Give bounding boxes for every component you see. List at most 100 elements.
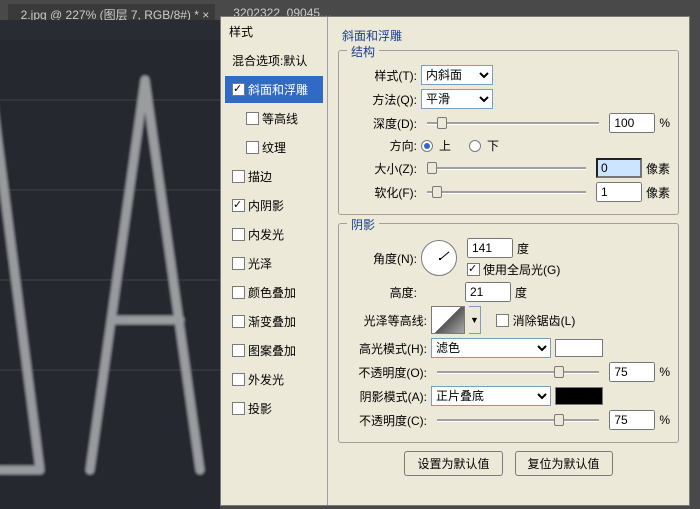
panel-heading: 斜面和浮雕: [342, 27, 679, 44]
group-legend: 阴影: [347, 216, 379, 233]
highlight-color[interactable]: [555, 339, 603, 357]
style-label: 样式(T):: [347, 67, 417, 84]
angle-label: 角度(N):: [347, 250, 417, 267]
highlight-mode-label: 高光模式(H):: [347, 340, 427, 357]
drop-shadow[interactable]: 投影: [225, 395, 323, 422]
shadow-color[interactable]: [555, 387, 603, 405]
unit: %: [659, 413, 670, 427]
highlight-mode-select[interactable]: 滤色: [431, 338, 551, 358]
label: 内阴影: [248, 197, 284, 214]
label: 内发光: [248, 226, 284, 243]
technique-label: 方法(Q):: [347, 91, 417, 108]
angle-dial[interactable]: [421, 240, 457, 276]
inner-glow[interactable]: 内发光: [225, 221, 323, 248]
outer-glow[interactable]: 外发光: [225, 366, 323, 393]
checkbox-icon[interactable]: [232, 315, 245, 328]
layer-style-dialog: 样式 混合选项:默认 斜面和浮雕 等高线 纹理 描边 内阴影 内发光 光泽 颜色…: [220, 16, 690, 506]
gloss-dropdown[interactable]: ▼: [469, 306, 481, 334]
dir-down-radio[interactable]: [469, 140, 481, 152]
up-label: 上: [439, 137, 451, 154]
checkbox-icon[interactable]: [232, 83, 245, 96]
label: 斜面和浮雕: [248, 81, 308, 98]
inner-shadow[interactable]: 内阴影: [225, 192, 323, 219]
down-label: 下: [487, 137, 499, 154]
highlight-opacity-label: 不透明度(O):: [347, 364, 427, 381]
reset-default-button[interactable]: 复位为默认值: [515, 451, 613, 476]
label: 纹理: [262, 139, 286, 156]
gradient-overlay[interactable]: 渐变叠加: [225, 308, 323, 335]
antialias-checkbox[interactable]: [496, 314, 509, 327]
checkbox-icon[interactable]: [232, 170, 245, 183]
global-light-label: 使用全局光(G): [483, 261, 560, 278]
soften-label: 软化(F):: [347, 184, 417, 201]
texture[interactable]: 纹理: [239, 134, 323, 161]
stroke[interactable]: 描边: [225, 163, 323, 190]
size-label: 大小(Z):: [347, 160, 417, 177]
sidebar-title: 样式: [221, 17, 327, 46]
label: 光泽: [248, 255, 272, 272]
antialias-label: 消除锯齿(L): [513, 312, 576, 329]
label: 图案叠加: [248, 342, 296, 359]
checkbox-icon[interactable]: [232, 402, 245, 415]
highlight-opacity-slider[interactable]: [437, 363, 599, 381]
chevron-down-icon: ▼: [470, 315, 479, 325]
shading-group: 阴影 角度(N): 度 使用全局光(G) 高度:度 光泽等高线:▼ 消除锯齿(L…: [338, 223, 679, 443]
shadow-opacity-input[interactable]: [609, 410, 655, 430]
gloss-label: 光泽等高线:: [347, 312, 427, 329]
depth-label: 深度(D):: [347, 115, 417, 132]
checkbox-icon[interactable]: [232, 286, 245, 299]
checkbox-icon[interactable]: [246, 112, 259, 125]
unit: 像素: [646, 160, 670, 177]
make-default-button[interactable]: 设置为默认值: [404, 451, 502, 476]
checkbox-icon[interactable]: [232, 344, 245, 357]
label: 等高线: [262, 110, 298, 127]
shadow-opacity-label: 不透明度(C):: [347, 412, 427, 429]
altitude-label: 高度:: [347, 284, 417, 301]
structure-group: 结构 样式(T):内斜面 方法(Q):平滑 深度(D):% 方向:上 下 大小(…: [338, 50, 679, 215]
style-select[interactable]: 内斜面: [421, 65, 493, 85]
angle-input[interactable]: [467, 238, 513, 258]
unit: 度: [517, 240, 529, 257]
depth-input[interactable]: [609, 113, 655, 133]
checkbox-icon[interactable]: [246, 141, 259, 154]
satin[interactable]: 光泽: [225, 250, 323, 277]
highlight-opacity-input[interactable]: [609, 362, 655, 382]
color-overlay[interactable]: 颜色叠加: [225, 279, 323, 306]
soften-input[interactable]: [596, 182, 642, 202]
blend-options[interactable]: 混合选项:默认: [225, 47, 323, 74]
canvas: [0, 20, 220, 509]
size-input[interactable]: [596, 158, 642, 178]
unit: %: [659, 365, 670, 379]
label: 渐变叠加: [248, 313, 296, 330]
gloss-contour[interactable]: [431, 306, 465, 334]
size-slider[interactable]: [427, 159, 586, 177]
button-row: 设置为默认值 复位为默认值: [338, 451, 679, 476]
dir-up-radio[interactable]: [421, 140, 433, 152]
label: 颜色叠加: [248, 284, 296, 301]
shadow-mode-select[interactable]: 正片叠底: [431, 386, 551, 406]
unit: 度: [515, 284, 527, 301]
label: 描边: [248, 168, 272, 185]
checkbox-icon[interactable]: [232, 199, 245, 212]
group-legend: 结构: [347, 43, 379, 60]
global-light-checkbox[interactable]: [467, 263, 480, 276]
pattern-overlay[interactable]: 图案叠加: [225, 337, 323, 364]
bevel-emboss[interactable]: 斜面和浮雕: [225, 76, 323, 103]
contour[interactable]: 等高线: [239, 105, 323, 132]
shadow-mode-label: 阴影模式(A):: [347, 388, 427, 405]
shadow-opacity-slider[interactable]: [437, 411, 599, 429]
checkbox-icon[interactable]: [232, 257, 245, 270]
unit: %: [659, 116, 670, 130]
label: 投影: [248, 400, 272, 417]
checkbox-icon[interactable]: [232, 373, 245, 386]
soften-slider[interactable]: [427, 183, 586, 201]
technique-select[interactable]: 平滑: [421, 89, 493, 109]
checkbox-icon[interactable]: [232, 228, 245, 241]
depth-slider[interactable]: [427, 114, 599, 132]
label: 外发光: [248, 371, 284, 388]
direction-label: 方向:: [347, 137, 417, 154]
effects-sidebar: 样式 混合选项:默认 斜面和浮雕 等高线 纹理 描边 内阴影 内发光 光泽 颜色…: [221, 17, 328, 505]
unit: 像素: [646, 184, 670, 201]
altitude-input[interactable]: [465, 282, 511, 302]
settings-panel: 斜面和浮雕 结构 样式(T):内斜面 方法(Q):平滑 深度(D):% 方向: 上…: [328, 17, 689, 505]
